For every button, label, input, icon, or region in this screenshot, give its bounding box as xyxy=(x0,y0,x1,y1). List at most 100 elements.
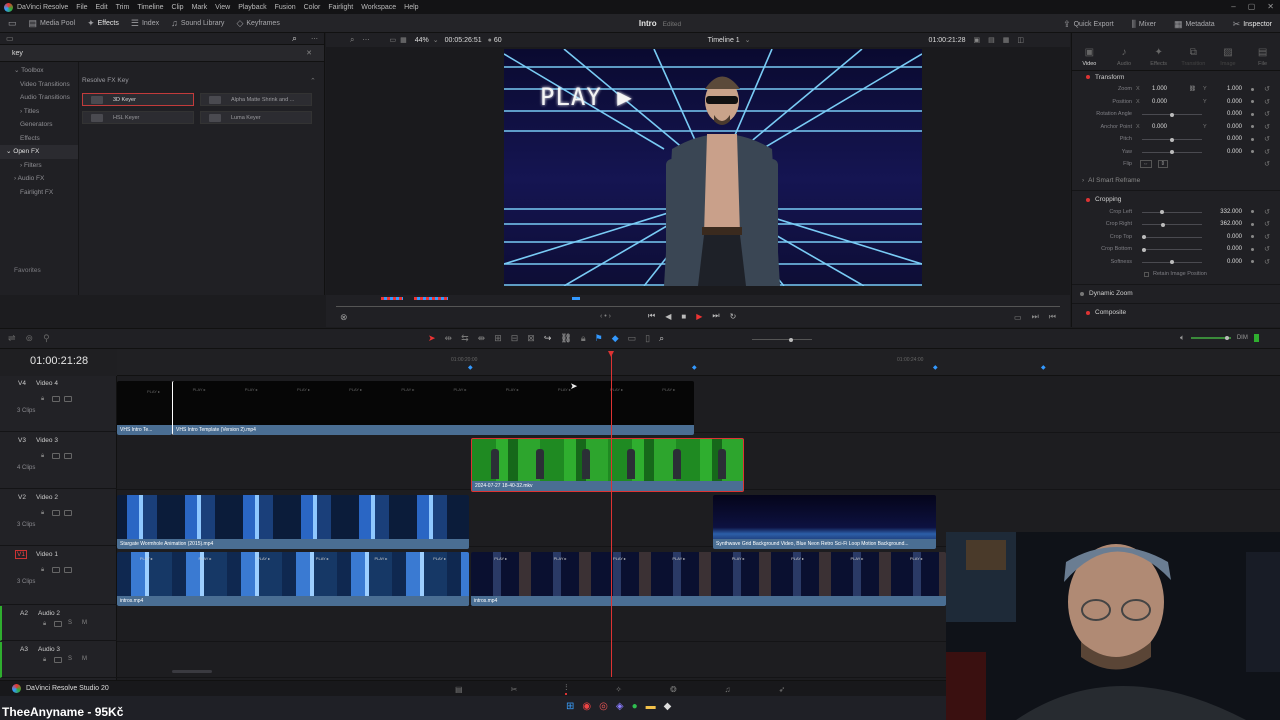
search-icon[interactable]: ⌕ xyxy=(292,33,297,44)
enabled-dot-icon[interactable] xyxy=(1086,310,1090,315)
slider-knob[interactable] xyxy=(1224,336,1229,340)
disable-track-icon[interactable] xyxy=(64,510,72,516)
slider-knob[interactable] xyxy=(1170,150,1174,154)
marker-icon[interactable]: ◆ xyxy=(468,364,473,371)
dynamic-trim-icon[interactable]: ⇆ xyxy=(461,333,469,344)
tree-toolbox[interactable]: ⌄ Toolbox xyxy=(0,64,78,78)
keyframe-icon[interactable] xyxy=(1251,125,1254,129)
solo-icon[interactable]: S xyxy=(68,656,72,662)
marker-icon[interactable]: ◆ xyxy=(933,364,938,371)
deliver-page-icon[interactable]: ➶ xyxy=(779,685,786,694)
tab-transition[interactable]: ⧉ Transition xyxy=(1177,47,1209,67)
marker-icon[interactable]: ◆ xyxy=(612,333,619,344)
timeline-ruler[interactable]: 01:00:20:00 01:00:24:00 ◆ ◆ ◆ ◆ xyxy=(117,349,1280,376)
next-edit-icon[interactable]: ⏭ xyxy=(1032,312,1039,322)
mute-icon[interactable]: M xyxy=(82,656,87,662)
softness-value[interactable]: 0.000 xyxy=(1227,259,1242,265)
resolve-taskbar-icon[interactable]: ◆ xyxy=(664,701,672,712)
minimize-icon[interactable]: – xyxy=(1231,2,1235,11)
link-icon[interactable]: ⛓ xyxy=(1189,86,1196,92)
anchor-x-value[interactable]: 0.000 xyxy=(1152,124,1167,130)
clear-search-icon[interactable]: ✕ xyxy=(306,49,312,57)
clip-v1-intros-1[interactable]: PLAY ▸ PLAY ▸ PLAY ▸ PLAY ▸ PLAY ▸ PLAY ▸ int… xyxy=(117,552,469,606)
file-explorer-icon[interactable]: ▬ xyxy=(646,701,656,712)
crop-left-slider[interactable] xyxy=(1142,210,1202,214)
metadata-button[interactable]: ▦ Metadata xyxy=(1174,19,1215,30)
zoom-custom-icon[interactable]: ⌕ xyxy=(659,333,664,344)
timeline-zoom-slider[interactable] xyxy=(752,337,812,342)
fusion-page-icon[interactable]: ✧ xyxy=(615,685,622,694)
viewer-options-icon[interactable]: ▣ xyxy=(974,36,981,44)
speaker-icon[interactable]: 🔈︎ xyxy=(1180,333,1185,343)
crop-top-value[interactable]: 0.000 xyxy=(1227,234,1242,240)
play-icon[interactable]: ▶ xyxy=(696,312,702,321)
loop-icon[interactable]: ↻ xyxy=(730,312,737,321)
crop-right-slider[interactable] xyxy=(1142,222,1202,227)
more-options-icon[interactable]: ⋯ xyxy=(311,35,318,43)
media-page-icon[interactable]: ▤ xyxy=(455,685,463,694)
solo-icon[interactable]: S xyxy=(68,620,72,626)
rotation-slider[interactable] xyxy=(1142,112,1202,117)
tree-fairlight-fx[interactable]: Fairlight FX xyxy=(0,186,78,200)
index-button[interactable]: ☰ Index xyxy=(131,18,159,29)
menu-mark[interactable]: Mark xyxy=(192,4,208,11)
menu-color[interactable]: Color xyxy=(304,4,321,11)
auto-select-icon[interactable] xyxy=(54,657,62,663)
inspector-button[interactable]: ✂ Inspector xyxy=(1233,19,1272,30)
slider-knob[interactable] xyxy=(1142,235,1146,239)
auto-select-icon[interactable] xyxy=(54,621,62,627)
checkbox[interactable] xyxy=(1144,271,1149,277)
tree-video-transitions[interactable]: Video Transitions xyxy=(0,78,78,92)
ai-smart-reframe-section[interactable]: › AI Smart Reframe xyxy=(1072,175,1280,187)
position-y-value[interactable]: 0.000 xyxy=(1227,99,1242,105)
zoom-x-value[interactable]: 1.000 xyxy=(1152,86,1167,92)
menu-fairlight[interactable]: Fairlight xyxy=(328,4,353,11)
reset-icon[interactable]: ↺ xyxy=(1264,123,1270,131)
dynamic-zoom-section[interactable]: Dynamic Zoom xyxy=(1072,288,1280,300)
softness-slider[interactable] xyxy=(1142,260,1202,264)
overwrite-clip-icon[interactable]: ⊟ xyxy=(511,333,519,344)
selection-tool-icon[interactable]: ➤ xyxy=(428,333,436,344)
fairlight-page-icon[interactable]: ♫ xyxy=(725,685,731,694)
marker-icon[interactable]: ◆ xyxy=(1041,364,1046,371)
crop-top-slider[interactable] xyxy=(1142,235,1202,239)
match-frame-icon[interactable]: ▭ xyxy=(1014,313,1022,322)
fx-3d-keyer[interactable]: 3D Keyer xyxy=(82,93,194,106)
go-to-end-icon[interactable]: ⏭ xyxy=(712,311,719,321)
track-header-v2[interactable]: V2 Video 2 🔒︎ 3 Clips xyxy=(0,490,117,546)
disable-track-icon[interactable] xyxy=(64,453,72,459)
yaw-slider[interactable] xyxy=(1142,150,1202,154)
fx-luma-keyer[interactable]: Luma Keyer xyxy=(200,111,312,124)
zoom-full-icon[interactable]: ▭ xyxy=(628,333,637,344)
tree-generators[interactable]: Generators xyxy=(0,118,78,132)
keyframe-icon[interactable] xyxy=(1251,235,1254,239)
clip-options-icon[interactable]: ⊗ xyxy=(340,312,348,323)
tab-file[interactable]: ▤ File xyxy=(1247,47,1279,67)
sidebar-toggle-icon[interactable]: ▭ xyxy=(6,34,14,43)
crop-bottom-slider[interactable] xyxy=(1142,247,1202,252)
reset-icon[interactable]: ↺ xyxy=(1264,148,1270,156)
tree-filters[interactable]: › Filters xyxy=(0,159,78,173)
reset-icon[interactable]: ↺ xyxy=(1264,208,1270,216)
tab-video[interactable]: ▣ Video xyxy=(1073,47,1105,67)
zoom-y-value[interactable]: 1.000 xyxy=(1227,86,1242,92)
crop-right-value[interactable]: 362.000 xyxy=(1220,221,1242,227)
pitch-value[interactable]: 0.000 xyxy=(1227,136,1242,142)
slider-knob[interactable] xyxy=(1142,247,1146,252)
slider-knob[interactable] xyxy=(1161,222,1166,227)
reset-icon[interactable]: ↺ xyxy=(1264,258,1270,266)
auto-select-icon[interactable] xyxy=(52,396,60,402)
auto-select-icon[interactable] xyxy=(52,567,60,573)
clip-v1-intros-2[interactable]: PLAY ▸ PLAY ▸ PLAY ▸ PLAY ▸ PLAY ▸ PLAY ▸ PLAY… xyxy=(471,552,946,606)
tree-open-fx[interactable]: ⌄ Open FX xyxy=(0,145,78,159)
reset-icon[interactable]: ↺ xyxy=(1264,110,1270,118)
keyframes-button[interactable]: ◇ Keyframes xyxy=(236,18,279,29)
playhead[interactable] xyxy=(608,351,614,677)
clip-v4-vhs-intro-2[interactable]: PLAY ▸ PLAY ▸ PLAY ▸ PLAY ▸ PLAY ▸ PLAY ▸ PLAY… xyxy=(172,381,694,435)
lock-icon[interactable]: 🔒︎ xyxy=(43,657,46,664)
windows-start-icon[interactable]: ⊞ xyxy=(566,701,574,712)
lock-icon[interactable]: 🔒︎ xyxy=(41,510,44,517)
enabled-dot-icon[interactable] xyxy=(1086,75,1090,79)
tree-effects[interactable]: Effects xyxy=(0,132,78,146)
menu-playback[interactable]: Playback xyxy=(238,4,266,11)
